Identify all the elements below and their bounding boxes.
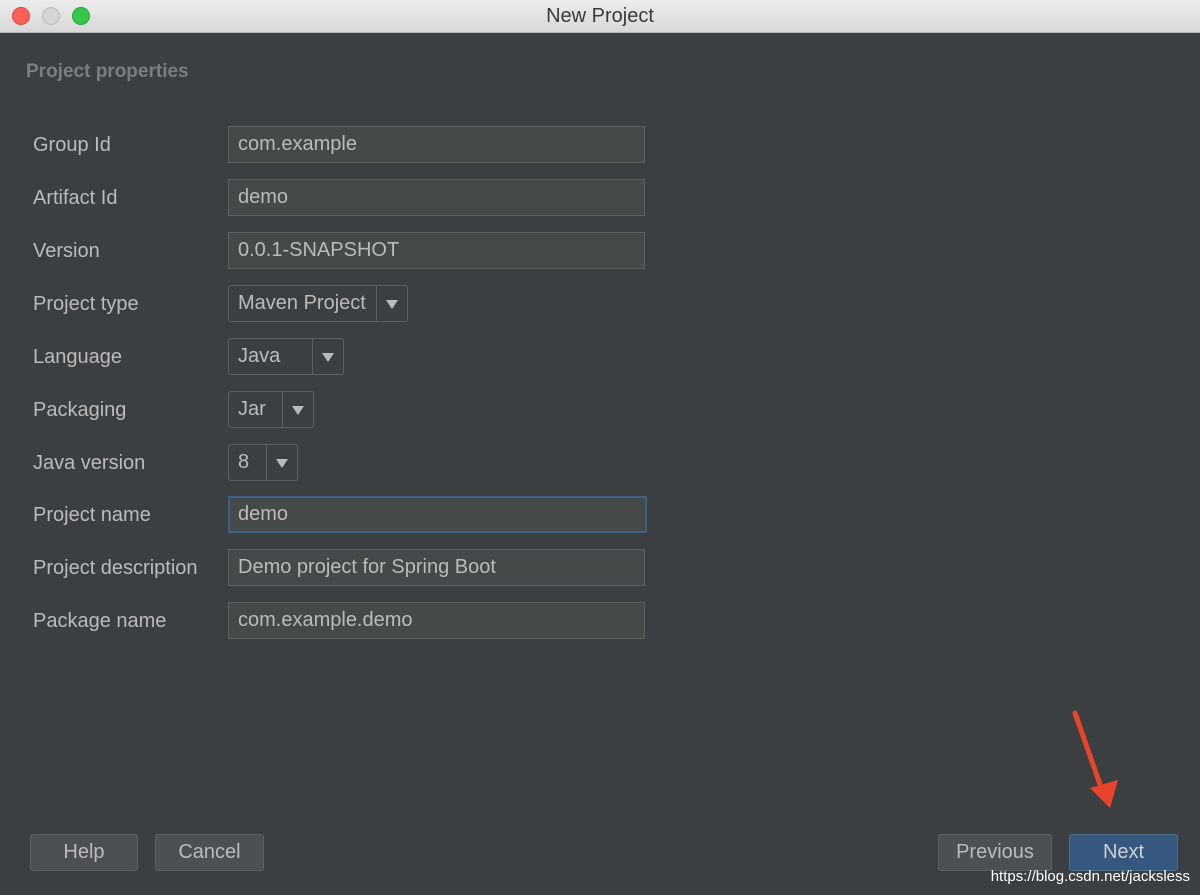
package-name-label: Package name — [33, 610, 167, 632]
java-version-dropdown[interactable]: 8 — [228, 444, 298, 481]
triangle-down-icon — [276, 459, 288, 468]
package-name-field[interactable]: com.example.demo — [228, 602, 645, 639]
project-description-row: Project description Demo project for Spr… — [0, 549, 1200, 587]
java-version-value: 8 — [238, 451, 250, 473]
group-id-field[interactable]: com.example — [228, 126, 645, 163]
language-value: Java — [238, 345, 281, 367]
project-name-label: Project name — [33, 504, 151, 526]
project-description-field[interactable]: Demo project for Spring Boot — [228, 549, 645, 586]
group-id-label: Group Id — [33, 134, 111, 156]
window-title: New Project — [546, 5, 654, 27]
version-field[interactable]: 0.0.1-SNAPSHOT — [228, 232, 645, 269]
previous-button[interactable]: Previous — [938, 834, 1052, 871]
help-button[interactable]: Help — [30, 834, 138, 871]
triangle-down-icon — [322, 353, 334, 362]
triangle-down-icon — [292, 406, 304, 415]
project-name-field[interactable]: demo — [228, 496, 647, 533]
cancel-button[interactable]: Cancel — [155, 834, 264, 871]
group-id-row: Group Id com.example — [0, 126, 1200, 164]
watermark: https://blog.csdn.net/jacksless — [990, 868, 1190, 885]
dropdown-toggle[interactable] — [312, 339, 343, 374]
package-name-row: Package name com.example.demo — [0, 602, 1200, 640]
language-label: Language — [33, 346, 122, 368]
dropdown-toggle[interactable] — [376, 286, 407, 321]
next-button[interactable]: Next — [1069, 834, 1178, 871]
triangle-down-icon — [386, 300, 398, 309]
language-row: Language Java — [0, 338, 1200, 376]
version-row: Version 0.0.1-SNAPSHOT — [0, 232, 1200, 270]
packaging-value: Jar — [238, 398, 266, 420]
title-bar: New Project — [0, 0, 1200, 33]
java-version-row: Java version 8 — [0, 444, 1200, 482]
dropdown-toggle[interactable] — [266, 445, 297, 480]
project-type-label: Project type — [33, 293, 139, 315]
project-type-dropdown[interactable]: Maven Project — [228, 285, 408, 322]
project-type-row: Project type Maven Project — [0, 285, 1200, 323]
language-dropdown[interactable]: Java — [228, 338, 344, 375]
project-name-row: Project name demo — [0, 496, 1200, 534]
packaging-dropdown[interactable]: Jar — [228, 391, 314, 428]
red-arrow-icon — [1072, 710, 1118, 808]
artifact-id-label: Artifact Id — [33, 187, 118, 209]
section-title: Project properties — [26, 61, 189, 82]
project-description-label: Project description — [33, 557, 198, 579]
packaging-label: Packaging — [33, 399, 127, 421]
version-label: Version — [33, 240, 100, 262]
packaging-row: Packaging Jar — [0, 391, 1200, 429]
java-version-label: Java version — [33, 452, 146, 474]
dropdown-toggle[interactable] — [282, 392, 313, 427]
artifact-id-field[interactable]: demo — [228, 179, 645, 216]
dialog-content: Project properties Group Id com.example … — [0, 33, 1200, 895]
project-type-value: Maven Project — [238, 292, 366, 314]
artifact-id-row: Artifact Id demo — [0, 179, 1200, 217]
